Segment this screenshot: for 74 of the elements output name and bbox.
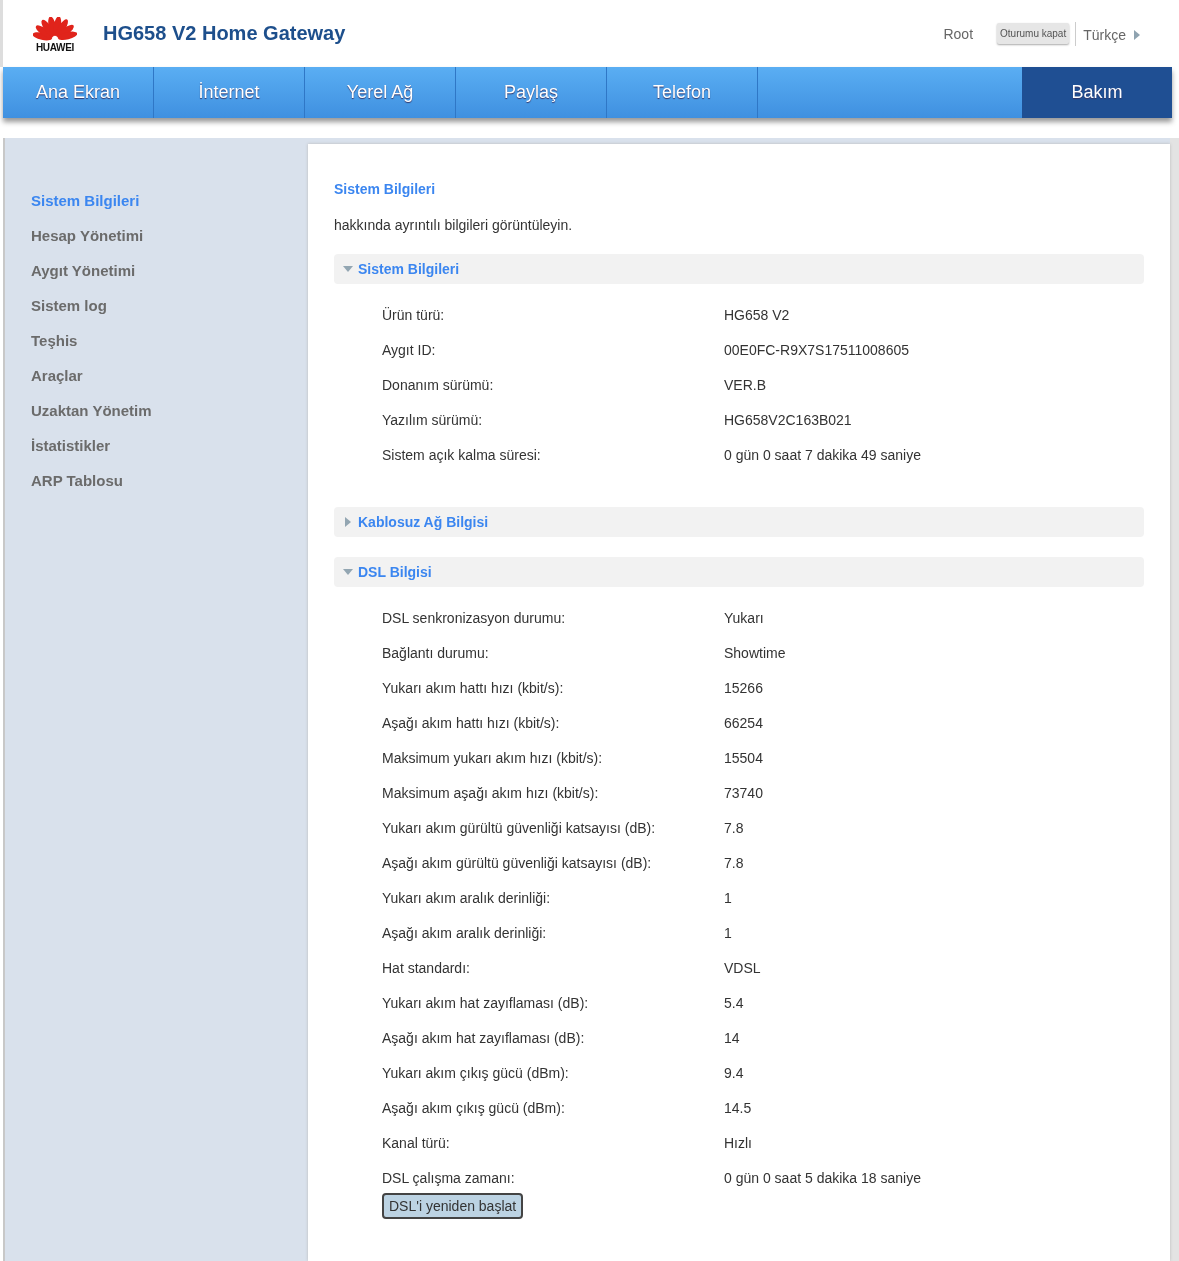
restart-button[interactable]: DSL'i yeniden başlat: [382, 1193, 524, 1219]
field-value: 14: [724, 1029, 740, 1046]
field-label: Hat standardı:: [382, 959, 471, 976]
field-value: Showtime: [724, 644, 786, 661]
nav-tab[interactable]: Bakım: [1022, 67, 1172, 118]
field-value: 7.8: [724, 854, 744, 871]
field-label: DSL çalışma zamanı:: [382, 1169, 516, 1186]
field-value: Hızlı: [724, 1134, 752, 1151]
field-value: HG658V2C163B021: [724, 411, 852, 428]
field-value: 73740: [724, 784, 763, 801]
field-label: Yukarı akım hattı hızı (kbit/s):: [382, 679, 565, 696]
field-label: Yukarı akım aralık derinliği:: [382, 889, 552, 906]
field-label: Aşağı akım gürültü güvenliği katsayısı (dB):: [382, 854, 653, 871]
page-title: Sistem Bilgileri: [334, 181, 437, 197]
field-label: Aşağı akım hattı hızı (kbit/s):: [382, 714, 561, 731]
page-description: hakkında ayrıntılı bilgileri görüntüleyin.: [334, 217, 574, 233]
section-title: DSL Bilgisi: [358, 564, 432, 580]
field-value: Yukarı: [724, 609, 764, 626]
field-label: Kanal türü:: [382, 1134, 451, 1151]
sidebar-item[interactable]: Uzaktan Yönetim: [31, 398, 152, 433]
nav-tab[interactable]: Ana Ekran: [3, 67, 154, 118]
nav-tab[interactable]: Yerel Ağ: [305, 67, 456, 118]
field-value: 15504: [724, 749, 763, 766]
field-label: Ürün türü:: [382, 306, 446, 323]
field-value: 66254: [724, 714, 763, 731]
field-label: Maksimum aşağı akım hızı (kbit/s):: [382, 784, 600, 801]
field-value: 0 gün 0 saat 7 dakika 49 saniye: [724, 446, 921, 463]
nav-tab[interactable]: Telefon: [607, 67, 758, 118]
field-label: Bağlantı durumu:: [382, 644, 490, 661]
sidebar-item[interactable]: Hesap Yönetimi: [31, 223, 144, 258]
sidebar-item[interactable]: ARP Tablosu: [31, 468, 123, 503]
field-label: Maksimum yukarı akım hızı (kbit/s):: [382, 749, 604, 766]
sidebar-item[interactable]: Araçlar: [31, 363, 83, 398]
field-value: 5.4: [724, 994, 744, 1011]
field-value: HG658 V2: [724, 306, 790, 323]
field-label: Yukarı akım hat zayıflaması (dB):: [382, 994, 590, 1011]
field-label: Aşağı akım çıkış gücü (dBm):: [382, 1099, 566, 1116]
field-value: 00E0FC-R9X7S17511008605: [724, 341, 909, 358]
sidebar-item[interactable]: Sistem Bilgileri: [31, 188, 140, 223]
field-value: 1: [724, 924, 732, 941]
huawei-logo: HUAWEI: [31, 16, 79, 53]
field-value: 15266: [724, 679, 763, 696]
caret-right-icon: [1133, 30, 1141, 40]
sidebar-item[interactable]: Teşhis: [31, 328, 78, 363]
language-link[interactable]: Türkçe: [1083, 27, 1141, 43]
product-title: HG658 V2 Home Gateway: [103, 22, 346, 45]
section-title: Kablosuz Ağ Bilgisi: [358, 514, 489, 530]
field-label: Yukarı akım gürültü güvenliği katsayısı (dB):: [382, 819, 657, 836]
sidebar-item[interactable]: Sistem log: [31, 293, 107, 328]
logout-button[interactable]: Oturumu kapat: [997, 23, 1070, 44]
field-value: 7.8: [724, 819, 744, 836]
section-header[interactable]: DSL Bilgisi: [334, 557, 1144, 587]
field-value: 9.4: [724, 1064, 744, 1081]
field-value: 1: [724, 889, 732, 906]
field-label: Aygıt ID:: [382, 341, 437, 358]
section-header[interactable]: Kablosuz Ağ Bilgisi: [334, 507, 1144, 537]
field-value: 0 gün 0 saat 5 dakika 18 saniye: [724, 1169, 921, 1186]
sidebar-item[interactable]: İstatistikler: [31, 433, 111, 468]
field-value: 14.5: [724, 1099, 752, 1116]
field-label: Yazılım sürümü:: [382, 411, 484, 428]
section-header[interactable]: Sistem Bilgileri: [334, 254, 1144, 284]
field-label: DSL senkronizasyon durumu:: [382, 609, 567, 626]
sidebar-item[interactable]: Aygıt Yönetimi: [31, 258, 136, 293]
field-value: VDSL: [724, 959, 761, 976]
section-title: Sistem Bilgileri: [358, 261, 460, 277]
field-label: Donanım sürümü:: [382, 376, 495, 393]
field-label: Sistem açık kalma süresi:: [382, 446, 542, 463]
field-label: Yukarı akım çıkış gücü (dBm):: [382, 1064, 570, 1081]
user-name: Root: [943, 25, 974, 42]
field-label: Aşağı akım hat zayıflaması (dB):: [382, 1029, 586, 1046]
nav-tab[interactable]: Paylaş: [456, 67, 607, 118]
nav-tab[interactable]: İnternet: [154, 67, 305, 118]
field-value: VER.B: [724, 376, 766, 393]
field-label: Aşağı akım aralık derinliği:: [382, 924, 548, 941]
